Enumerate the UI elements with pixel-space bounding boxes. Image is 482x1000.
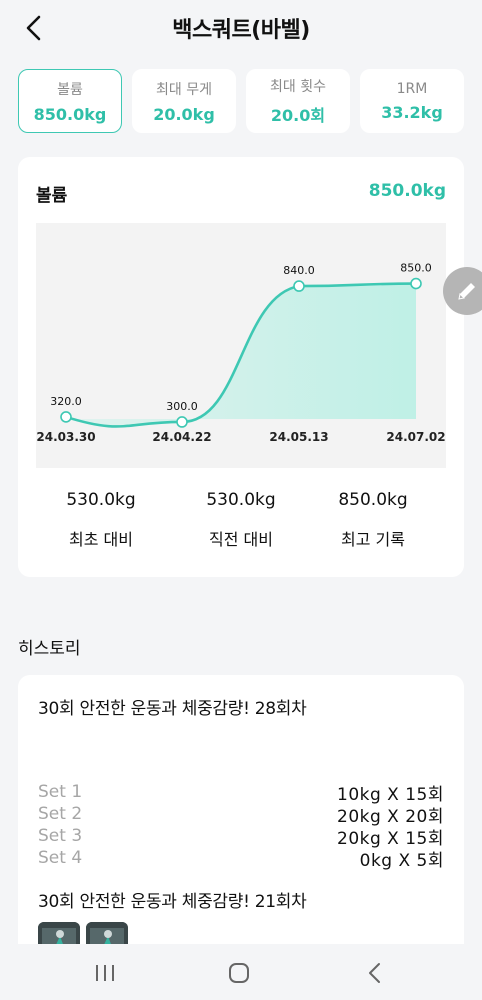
data-point [293, 280, 305, 292]
tab-label: 최대 무게 [156, 81, 212, 98]
system-nav-bar [0, 944, 482, 1000]
tab-max-weight[interactable]: 최대 무게 20.0kg [132, 69, 236, 133]
x-tick-label: 24.05.13 [269, 430, 328, 444]
set-value: 0kg X 5회 [359, 850, 444, 871]
stat-tabs: 볼륨 850.0kg 최대 무게 20.0kg 최대 횟수 20.0회 1RM … [18, 69, 464, 133]
set-row: Set 3 20kg X 15회 [38, 825, 444, 849]
chart-svg: 320.0 24.03.30 300.0 24.04.22 840.0 24.05.13 8… [36, 223, 446, 468]
data-label: 850.0 [400, 262, 432, 275]
tab-label: 1RM [396, 80, 428, 97]
tab-label: 최대 횟수 [270, 79, 326, 95]
x-tick-label: 24.03.30 [36, 430, 95, 444]
set-row: Set 4 0kg X 5회 [38, 847, 444, 871]
summary-value: 530.0kg [66, 490, 136, 510]
set-list: Set 1 10kg X 15회 Set 2 20kg X 20회 Set 3 … [38, 781, 444, 871]
recent-apps-button[interactable] [90, 958, 120, 988]
x-tick-label: 24.04.22 [152, 430, 211, 444]
recent-apps-icon [96, 965, 114, 981]
x-tick-label: 24.07.02 [386, 430, 445, 444]
data-label: 320.0 [50, 395, 82, 408]
pencil-icon [458, 283, 475, 300]
tab-value: 20.0kg [153, 104, 215, 124]
tab-value: 850.0kg [33, 104, 107, 124]
session-title: 30회 안전한 운동과 체중감량! 28회차 [38, 699, 307, 719]
page-title: 백스쿼트(바벨) [172, 18, 310, 43]
tab-1rm[interactable]: 1RM 33.2kg [360, 69, 464, 133]
set-row: Set 2 20kg X 20회 [38, 803, 444, 827]
nav-back-button[interactable] [360, 958, 390, 988]
card-header: 볼륨 850.0kg [36, 181, 446, 206]
data-point [410, 277, 422, 290]
summary-label: 최초 대비 [69, 530, 133, 549]
nav-back-icon [369, 963, 380, 983]
app-header: 백스쿼트(바벨) [0, 0, 482, 56]
tab-value: 33.2kg [381, 102, 443, 122]
data-label: 840.0 [283, 264, 315, 277]
tab-label: 볼륨 [57, 81, 83, 98]
session-title: 30회 안전한 운동과 체중감량! 21회차 [38, 892, 307, 912]
summary-row: 530.0kg 최초 대비 530.0kg 직전 대비 850.0kg 최고 기… [36, 490, 446, 560]
data-point [60, 411, 72, 423]
data-point [176, 416, 188, 428]
set-label: Set 3 [38, 826, 83, 846]
summary-best: 850.0kg 최고 기록 [308, 490, 438, 550]
set-row: Set 1 10kg X 15회 [38, 781, 444, 805]
set-label: Set 1 [38, 782, 83, 802]
summary-first: 530.0kg 최초 대비 [36, 490, 166, 550]
history-card[interactable]: 30회 안전한 운동과 체중감량! 28회차 Set 1 10kg X 15회 … [18, 675, 464, 965]
data-label: 300.0 [166, 400, 198, 413]
card-title: 볼륨 [36, 186, 68, 206]
tab-value: 20.0회 [270, 106, 326, 125]
summary-label: 최고 기록 [341, 530, 405, 549]
volume-chart: 320.0 24.03.30 300.0 24.04.22 840.0 24.05.13 8… [36, 223, 446, 468]
summary-previous: 530.0kg 직전 대비 [176, 490, 306, 550]
summary-value: 850.0kg [338, 490, 408, 510]
set-label: Set 4 [38, 848, 83, 868]
home-icon [229, 963, 249, 983]
tab-max-reps[interactable]: 최대 횟수 20.0회 [246, 69, 350, 133]
volume-card: 볼륨 850.0kg 320.0 24.03.30 300.0 24.04.22 840… [18, 157, 464, 577]
tab-volume[interactable]: 볼륨 850.0kg [18, 69, 122, 133]
summary-label: 직전 대비 [209, 530, 273, 549]
history-section-title: 히스토리 [18, 639, 81, 659]
card-value: 850.0kg [368, 181, 446, 201]
home-button[interactable] [224, 958, 254, 988]
set-label: Set 2 [38, 804, 83, 824]
summary-value: 530.0kg [206, 490, 276, 510]
